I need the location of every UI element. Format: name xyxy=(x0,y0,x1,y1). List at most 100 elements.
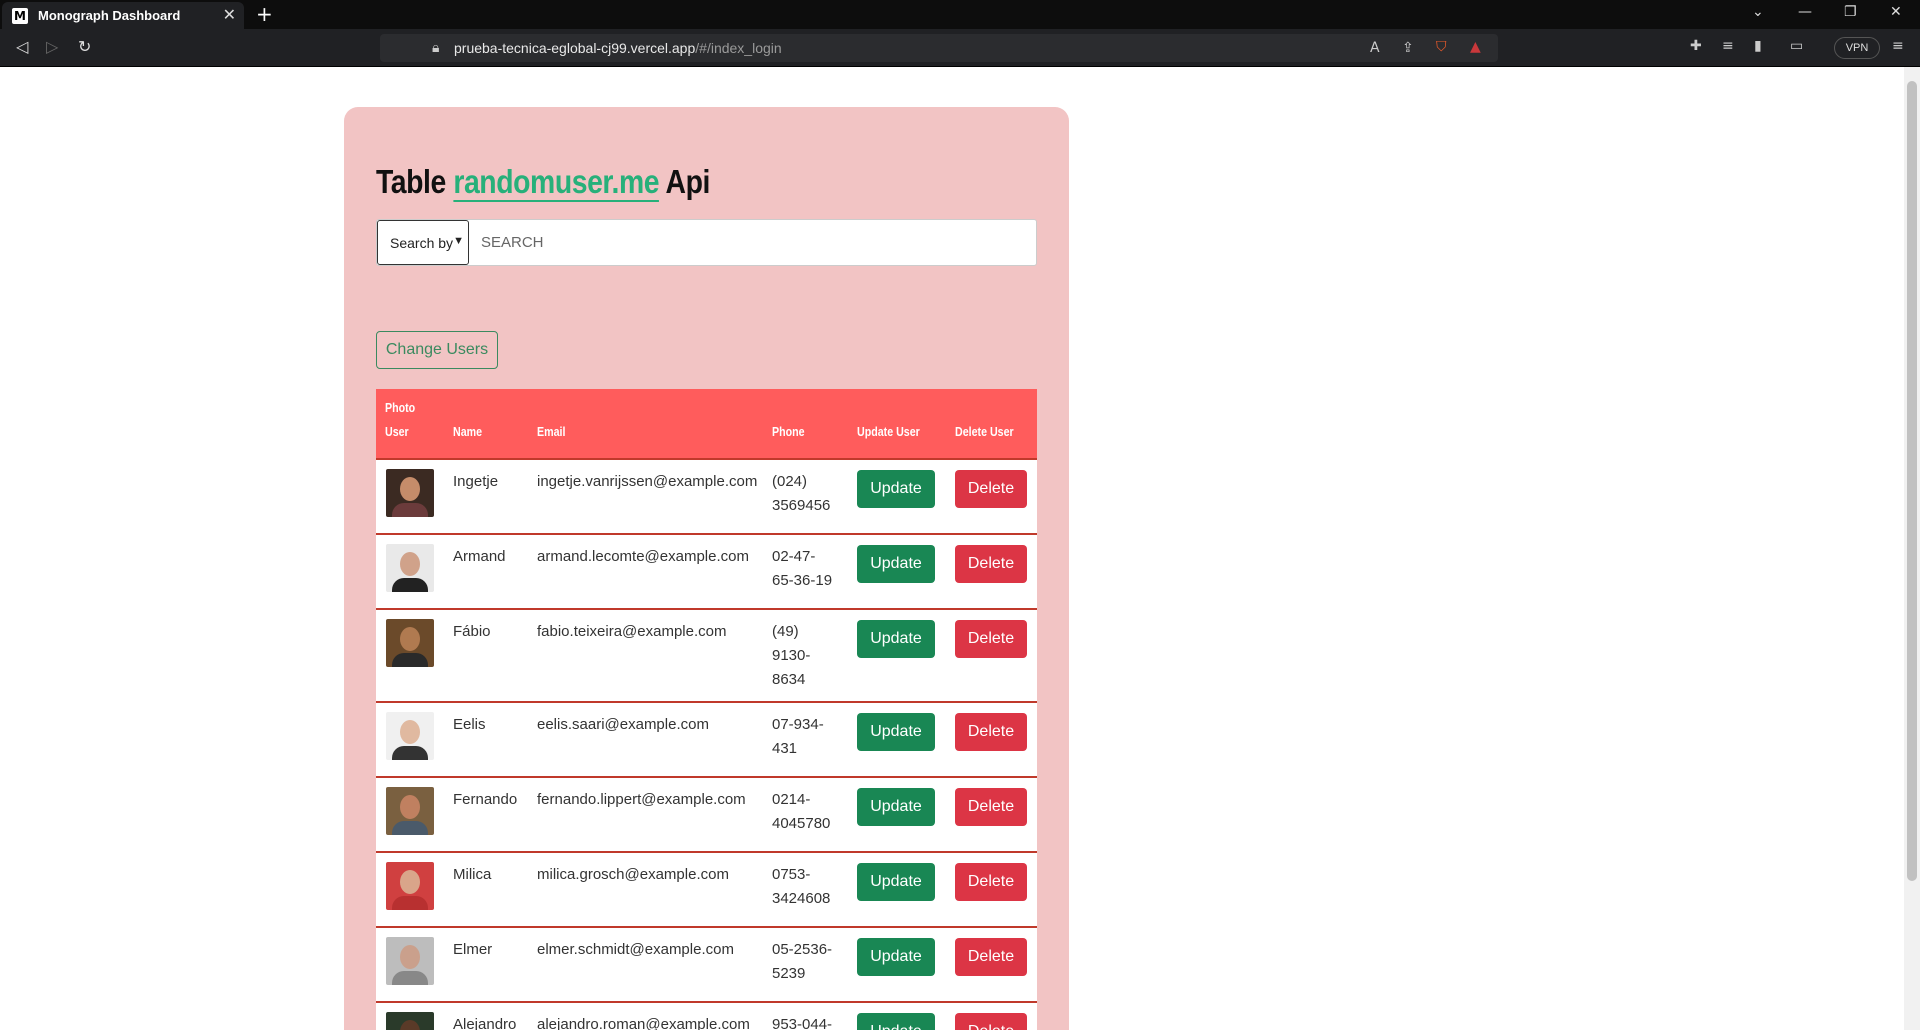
user-phone-line: 9130- xyxy=(772,647,811,664)
title-suffix: Api xyxy=(659,163,710,200)
user-photo xyxy=(386,469,434,517)
table-row: Ingetje ingetje.vanrijssen@example.com (02… xyxy=(376,458,1037,533)
table-header: Photo User Name Email Phone Update User … xyxy=(376,389,1037,458)
update-button[interactable]: Update xyxy=(857,545,935,583)
user-phone-line: 65-36-19 xyxy=(772,572,833,589)
user-photo xyxy=(386,787,434,835)
sidebar-icon[interactable]: ▮ xyxy=(1754,38,1762,54)
address-bar[interactable]: 🔒︎ prueba-tecnica-eglobal-cj99.vercel.ap… xyxy=(380,34,1498,62)
user-phone: 07-934- 431 xyxy=(772,713,824,761)
table-row: Alejandro alejandro.roman@example.com 953-… xyxy=(376,1001,1037,1030)
delete-button[interactable]: Delete xyxy=(955,1013,1027,1030)
user-photo xyxy=(386,937,434,985)
user-email: ingetje.vanrijssen@example.com xyxy=(537,473,758,490)
user-phone: (49) 9130- 8634 xyxy=(772,620,810,692)
delete-button[interactable]: Delete xyxy=(955,788,1027,826)
playlist-icon[interactable]: ≡ xyxy=(1722,38,1734,54)
delete-button[interactable]: Delete xyxy=(955,713,1027,751)
title-brand-link[interactable]: randomuser.me xyxy=(453,163,660,202)
tab-title: Monograph Dashboard xyxy=(38,8,181,23)
update-button[interactable]: Update xyxy=(857,1013,935,1030)
search-by-select[interactable]: Search by ▼ xyxy=(377,220,469,265)
user-phone-line: 0753- xyxy=(772,866,811,883)
delete-button[interactable]: Delete xyxy=(955,470,1027,508)
user-phone-line: 02-47- xyxy=(772,548,816,565)
forward-icon[interactable]: ▷ xyxy=(46,37,58,56)
delete-button[interactable]: Delete xyxy=(955,863,1027,901)
user-photo xyxy=(386,1012,434,1030)
user-photo xyxy=(386,544,434,592)
update-button[interactable]: Update xyxy=(857,620,935,658)
user-phone-line: 4045780 xyxy=(772,815,831,832)
page-title: Table randomuser.me Api xyxy=(376,163,710,202)
user-phone: 0753- 3424608 xyxy=(772,863,830,911)
table-row: Milica milica.grosch@example.com 0753- 3424… xyxy=(376,851,1037,926)
vpn-button[interactable]: VPN xyxy=(1834,37,1880,59)
user-photo xyxy=(386,712,434,760)
url-host: prueba-tecnica-eglobal-cj99.vercel.app xyxy=(454,40,696,56)
user-name: Eelis xyxy=(453,716,486,733)
restore-icon[interactable]: ❐ xyxy=(1844,4,1857,20)
search-input[interactable]: SEARCH xyxy=(481,234,544,251)
lock-icon: 🔒︎ xyxy=(432,40,440,56)
update-button[interactable]: Update xyxy=(857,788,935,826)
brave-rewards-icon[interactable]: ▲ xyxy=(1470,39,1481,55)
delete-button[interactable]: Delete xyxy=(955,938,1027,976)
wallet-icon[interactable]: ▭ xyxy=(1790,38,1803,54)
user-email: eelis.saari@example.com xyxy=(537,716,709,733)
update-button[interactable]: Update xyxy=(857,863,935,901)
reload-icon[interactable]: ↻ xyxy=(78,37,91,56)
tab-close-icon[interactable]: ✕ xyxy=(223,5,236,24)
user-phone: 02-47- 65-36-19 xyxy=(772,545,832,593)
extensions-icon[interactable]: ✚ xyxy=(1690,38,1702,54)
delete-button[interactable]: Delete xyxy=(955,545,1027,583)
user-name: Milica xyxy=(453,866,492,883)
vpn-label: VPN xyxy=(1845,42,1869,54)
update-button[interactable]: Update xyxy=(857,470,935,508)
change-users-button[interactable]: Change Users xyxy=(376,331,498,369)
scrollbar-thumb[interactable] xyxy=(1907,81,1917,881)
user-phone: 0214- 4045780 xyxy=(772,788,830,836)
translate-icon[interactable]: A xyxy=(1370,40,1380,56)
user-phone: 05-2536- 5239 xyxy=(772,938,832,986)
header-delete: Delete User xyxy=(955,424,1014,439)
users-card: Table randomuser.me Api Search by ▼ SEAR… xyxy=(344,107,1069,1030)
update-button[interactable]: Update xyxy=(857,938,935,976)
url-text: prueba-tecnica-eglobal-cj99.vercel.app/#… xyxy=(454,40,782,56)
back-icon[interactable]: ◁ xyxy=(16,37,28,56)
table-body: Ingetje ingetje.vanrijssen@example.com (02… xyxy=(376,458,1037,1030)
page-viewport: Table randomuser.me Api Search by ▼ SEAR… xyxy=(0,67,1904,1030)
title-prefix: Table xyxy=(376,163,454,200)
user-photo xyxy=(386,619,434,667)
user-name: Elmer xyxy=(453,941,493,958)
user-photo xyxy=(386,862,434,910)
header-phone: Phone xyxy=(772,424,805,439)
url-path: /#/index_login xyxy=(695,40,782,56)
user-phone-line: 05-2536- xyxy=(772,941,833,958)
table-row: Armand armand.lecomte@example.com 02-47- 65… xyxy=(376,533,1037,608)
user-email: alejandro.roman@example.com xyxy=(537,1016,750,1030)
page-scrollbar[interactable] xyxy=(1904,67,1920,1030)
menu-icon[interactable]: ≡ xyxy=(1892,38,1904,54)
browser-tab[interactable]: M Monograph Dashboard ✕ xyxy=(2,2,244,29)
user-phone-line: 5239 xyxy=(772,965,806,982)
new-tab-icon[interactable]: + xyxy=(256,2,273,26)
update-button[interactable]: Update xyxy=(857,713,935,751)
delete-button[interactable]: Delete xyxy=(955,620,1027,658)
table-row: Eelis eelis.saari@example.com 07-934- 431 Up… xyxy=(376,701,1037,776)
minimize-icon[interactable]: — xyxy=(1798,4,1812,20)
user-email: elmer.schmidt@example.com xyxy=(537,941,734,958)
table-row: Elmer elmer.schmidt@example.com 05-2536- 52… xyxy=(376,926,1037,1001)
user-phone-line: 431 xyxy=(772,740,798,757)
close-window-icon[interactable]: ✕ xyxy=(1890,4,1902,20)
brave-shields-icon[interactable]: ⛉ xyxy=(1436,39,1447,55)
user-phone-line: 953-044- xyxy=(772,1016,833,1030)
user-name: Fábio xyxy=(453,623,491,640)
table-row: Fernando fernando.lippert@example.com 0214… xyxy=(376,776,1037,851)
user-phone: (024) 3569456 xyxy=(772,470,830,518)
share-icon[interactable]: ⇪ xyxy=(1402,40,1414,56)
header-email: Email xyxy=(537,424,566,439)
user-email: fernando.lippert@example.com xyxy=(537,791,746,808)
user-name: Fernando xyxy=(453,791,518,808)
tab-search-icon[interactable]: ⌄ xyxy=(1752,4,1764,20)
